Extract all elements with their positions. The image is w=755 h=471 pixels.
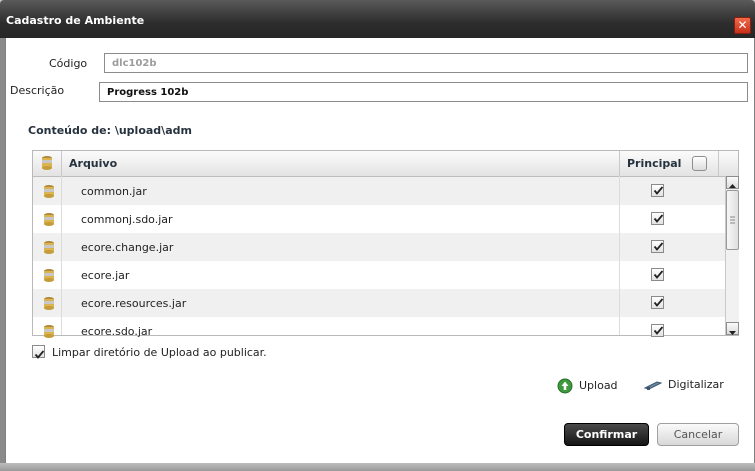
dialog-titlebar[interactable]: Cadastro de Ambiente ✕ xyxy=(0,0,755,38)
header-principal-column: Principal xyxy=(619,151,718,176)
principal-checkbox[interactable] xyxy=(651,324,664,337)
check-icon xyxy=(653,298,664,307)
principal-checkbox[interactable] xyxy=(651,268,664,281)
dialog-title: Cadastro de Ambiente xyxy=(6,14,145,27)
header-icon-column xyxy=(33,151,62,176)
principal-checkbox[interactable] xyxy=(651,212,664,225)
table-row[interactable]: commonj.sdo.jar xyxy=(33,205,725,233)
file-name: commonj.sdo.jar xyxy=(81,213,173,226)
jar-icon xyxy=(44,185,54,198)
clean-upload-checkbox[interactable] xyxy=(32,345,45,359)
principal-checkbox[interactable] xyxy=(651,296,664,309)
table-row[interactable]: ecore.jar xyxy=(33,261,725,289)
close-button[interactable]: ✕ xyxy=(734,17,751,34)
arrow-down-icon xyxy=(729,331,736,335)
table-row[interactable]: ecore.change.jar xyxy=(33,233,725,261)
grip-icon xyxy=(730,216,735,224)
jar-icon xyxy=(44,325,54,338)
upload-label: Upload xyxy=(579,379,618,392)
descricao-field[interactable]: Progress 102b xyxy=(99,82,748,102)
principal-checkbox[interactable] xyxy=(651,240,664,253)
table-row[interactable]: ecore.resources.jar xyxy=(33,289,725,317)
file-grid: Arquivo Principal common.jar commonj.sdo.… xyxy=(32,150,739,338)
jar-icon xyxy=(44,269,54,282)
check-icon xyxy=(34,350,45,359)
upload-action[interactable]: Upload xyxy=(557,378,618,394)
clean-upload-label: Limpar diretório de Upload ao publicar. xyxy=(52,346,267,359)
principal-checkbox[interactable] xyxy=(651,184,664,197)
header-scroll-column xyxy=(718,151,739,176)
file-name: common.jar xyxy=(81,185,147,198)
table-row[interactable]: ecore.sdo.jar xyxy=(33,317,725,338)
codigo-field[interactable]: dlc102b xyxy=(104,53,748,73)
scroll-thumb[interactable] xyxy=(726,190,739,250)
jar-icon xyxy=(44,297,54,310)
grid-scrollbar[interactable] xyxy=(725,176,739,335)
grid-header: Arquivo Principal xyxy=(33,151,738,177)
scanner-icon xyxy=(643,381,663,390)
digitalizar-action[interactable]: Digitalizar xyxy=(643,378,724,392)
file-name: ecore.sdo.jar xyxy=(81,325,153,338)
dialog-bottom-frame xyxy=(0,463,755,471)
digitalizar-label: Digitalizar xyxy=(668,378,724,391)
upload-icon xyxy=(557,378,573,394)
column-separator xyxy=(61,176,62,335)
jar-icon xyxy=(44,241,54,254)
jar-icon xyxy=(42,156,52,170)
content-path-label: Conteúdo de: \upload\adm xyxy=(28,124,192,137)
scroll-down-button[interactable] xyxy=(726,322,739,335)
principal-select-all-checkbox[interactable] xyxy=(692,156,707,171)
check-icon xyxy=(653,214,664,223)
header-file: Arquivo xyxy=(69,157,118,170)
descricao-label: Descrição xyxy=(10,84,65,97)
confirm-button[interactable]: Confirmar xyxy=(564,423,649,446)
dialog-body: Código dlc102b Descrição Progress 102b C… xyxy=(5,38,755,463)
codigo-label: Código xyxy=(49,57,88,70)
file-name: ecore.change.jar xyxy=(81,241,174,254)
scroll-up-button[interactable] xyxy=(726,176,739,189)
column-separator xyxy=(619,176,620,335)
header-principal: Principal xyxy=(627,157,682,170)
check-icon xyxy=(653,326,664,335)
check-icon xyxy=(653,186,664,195)
file-name: ecore.jar xyxy=(81,269,130,282)
check-icon xyxy=(653,242,664,251)
jar-icon xyxy=(44,213,54,226)
file-name: ecore.resources.jar xyxy=(81,297,187,310)
table-row[interactable]: common.jar xyxy=(33,177,725,205)
check-icon xyxy=(653,270,664,279)
dialog-window: Cadastro de Ambiente ✕ Código dlc102b De… xyxy=(0,0,755,471)
close-icon: ✕ xyxy=(737,18,748,32)
cancel-button[interactable]: Cancelar xyxy=(657,423,739,446)
